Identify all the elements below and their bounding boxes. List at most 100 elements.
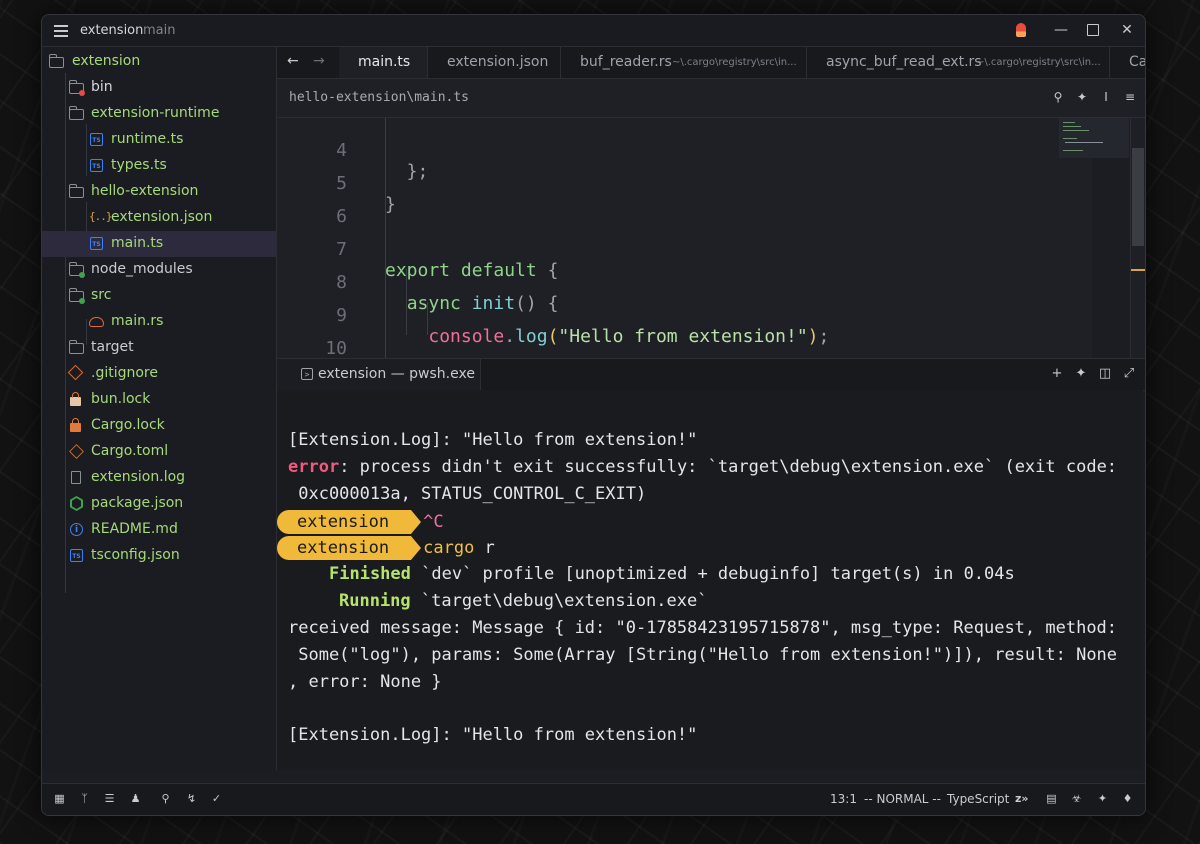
tree-item-extension-log[interactable]: extension.log <box>42 465 276 491</box>
tree-item-node-modules[interactable]: node_modules <box>42 257 276 283</box>
text-cursor-icon[interactable]: I <box>1099 90 1113 104</box>
folder-open-icon <box>69 288 85 304</box>
code-line: 9 console.log("Hello from extension!"); <box>277 284 1092 347</box>
tab-path: ~\.cargo\registry\src\in... <box>672 57 797 68</box>
project-title[interactable]: extension <box>80 23 143 38</box>
tree-item-label: node_modules <box>91 261 193 277</box>
prompt-badge: extension <box>277 536 422 560</box>
tree-item-package-json[interactable]: package.json <box>42 491 276 517</box>
project-panel-icon[interactable]: ▦ <box>53 792 66 805</box>
collaboration-icon[interactable]: ♟ <box>129 792 142 805</box>
tree-item-label: bin <box>91 79 113 95</box>
terminal-line: Finished `dev` profile [unoptimized + de… <box>329 564 1015 584</box>
tree-item-runtime-ts[interactable]: TS runtime.ts <box>42 127 276 153</box>
sparkle-icon[interactable]: ✦ <box>1074 367 1088 381</box>
code-editor[interactable]: 4 }; 5 } 6 7 export default { 8 async in… <box>277 118 1092 358</box>
check-icon[interactable]: ✓ <box>210 792 223 805</box>
notification-bell-icon[interactable]: ♦ <box>1121 792 1134 805</box>
tsconfig-icon: TS <box>69 548 85 564</box>
search-icon[interactable]: ⚲ <box>159 792 172 805</box>
tree-item-label: tsconfig.json <box>91 547 180 563</box>
terminal-line: [Extension.Log]: "Hello from extension!" <box>288 725 698 745</box>
tree-item-label: hello-extension <box>91 183 199 199</box>
tree-item-bin[interactable]: bin <box>42 75 276 101</box>
tree-item-bun-lock[interactable]: bun.lock <box>42 387 276 413</box>
sparkle-icon[interactable]: ✦ <box>1096 792 1109 805</box>
language-selector[interactable]: TypeScript <box>947 792 1009 806</box>
editor-scrollbar[interactable] <box>1130 118 1145 358</box>
back-arrow-icon[interactable]: ← <box>287 53 299 69</box>
code-line: 5 } <box>277 152 1092 215</box>
file-icon <box>69 470 85 486</box>
code-line: 10 }, <box>277 317 1092 358</box>
minimap[interactable] <box>1059 118 1129 158</box>
tree-item-label: types.ts <box>111 157 167 173</box>
tree-item-main-rs[interactable]: main.rs <box>42 309 276 335</box>
forward-arrow-icon[interactable]: → <box>313 53 325 69</box>
folder-open-icon <box>69 106 85 122</box>
close-icon[interactable]: ✕ <box>1118 21 1136 39</box>
tree-item-label: src <box>91 287 112 303</box>
tab-title: main.ts <box>358 54 411 70</box>
zeta-icon[interactable]: z» <box>1015 792 1029 805</box>
git-branch-icon[interactable]: ᛉ <box>78 792 91 805</box>
typescript-icon: TS <box>89 236 105 252</box>
lightning-icon[interactable]: ↯ <box>185 792 198 805</box>
terminal-line: , error: None } <box>288 672 442 692</box>
breadcrumb: hello-extension\main.ts ⚲ ✦ I ≡ <box>277 79 1145 118</box>
tree-item-cargo-toml[interactable]: Cargo.toml <box>42 439 276 465</box>
terminal-line: 0xc000013a, STATUS_CONTROL_C_EXIT) <box>288 484 647 504</box>
tree-item-label: Cargo.lock <box>91 417 165 433</box>
terminal-line: received message: Message { id: "0-17858… <box>288 618 1118 638</box>
lock-icon <box>69 392 85 408</box>
terminal-output[interactable]: [Extension.Log]: "Hello from extension!"… <box>277 390 1143 770</box>
tree-item-hello-extension[interactable]: hello-extension <box>42 179 276 205</box>
line-number: 10 <box>325 338 347 358</box>
search-icon[interactable]: ⚲ <box>1051 90 1065 104</box>
terminal-panel-icon[interactable]: ▤ <box>1045 792 1058 805</box>
breadcrumb-path[interactable]: hello-extension\main.ts <box>289 90 469 105</box>
terminal-line: Running `target\debug\extension.exe` <box>339 591 708 611</box>
tree-item-types-ts[interactable]: TS types.ts <box>42 153 276 179</box>
tree-item-label: main.rs <box>111 313 164 329</box>
tab-extension-json[interactable]: extension.json <box>428 47 561 78</box>
sparkle-icon[interactable]: ✦ <box>1075 90 1089 104</box>
tree-item-label: extension.log <box>91 469 186 485</box>
tree-item-label: main.ts <box>111 235 164 251</box>
debug-bug-icon[interactable]: ☣ <box>1070 792 1083 805</box>
cursor-position[interactable]: 13:1 <box>830 792 857 806</box>
branch-name[interactable]: main <box>143 23 175 38</box>
tree-item-extension-json[interactable]: {..} extension.json <box>42 205 276 231</box>
split-pane-icon[interactable]: ◫ <box>1098 367 1112 381</box>
tree-item-target[interactable]: target <box>42 335 276 361</box>
tab-buf-reader-rs[interactable]: buf_reader.rs ~\.cargo\registry\src\in..… <box>561 47 807 78</box>
tree-item-extension[interactable]: extension <box>42 49 276 75</box>
tree-item-tsconfig[interactable]: TS tsconfig.json <box>42 543 276 569</box>
project-tree: extension bin extension-runtime TS runti… <box>42 47 277 770</box>
tab-title: Ca <box>1129 54 1146 70</box>
settings-sliders-icon[interactable]: ≡ <box>1123 90 1137 104</box>
tree-item-src[interactable]: src <box>42 283 276 309</box>
tree-item-main-ts[interactable]: TS main.ts <box>42 231 276 257</box>
tree-item-label: extension.json <box>111 209 213 225</box>
menu-icon[interactable] <box>54 23 68 37</box>
user-avatar-icon[interactable] <box>1012 21 1030 39</box>
tree-item-readme[interactable]: i README.md <box>42 517 276 543</box>
scrollbar-thumb[interactable] <box>1132 148 1144 246</box>
tab-main-ts[interactable]: main.ts <box>339 47 428 78</box>
tab-cargo[interactable]: Ca <box>1110 47 1146 78</box>
cargo-icon <box>69 444 85 460</box>
tree-item-extension-runtime[interactable]: extension-runtime <box>42 101 276 127</box>
terminal-line: Some("log"), params: Some(Array [String(… <box>288 645 1118 665</box>
outline-icon[interactable]: ☰ <box>103 792 116 805</box>
terminal-tab[interactable]: > extension — pwsh.exe <box>277 359 481 390</box>
expand-icon[interactable]: ⤢ <box>1122 367 1136 381</box>
tab-async-buf-read-ext-rs[interactable]: async_buf_read_ext.rs ~\.cargo\registry\… <box>807 47 1110 78</box>
tree-item-label: bun.lock <box>91 391 151 407</box>
minimize-icon[interactable]: — <box>1052 21 1070 39</box>
tree-item-gitignore[interactable]: .gitignore <box>42 361 276 387</box>
add-terminal-icon[interactable]: + <box>1050 367 1064 381</box>
tree-item-cargo-lock[interactable]: Cargo.lock <box>42 413 276 439</box>
vim-mode: -- NORMAL -- <box>864 792 941 806</box>
maximize-icon[interactable] <box>1084 21 1102 39</box>
